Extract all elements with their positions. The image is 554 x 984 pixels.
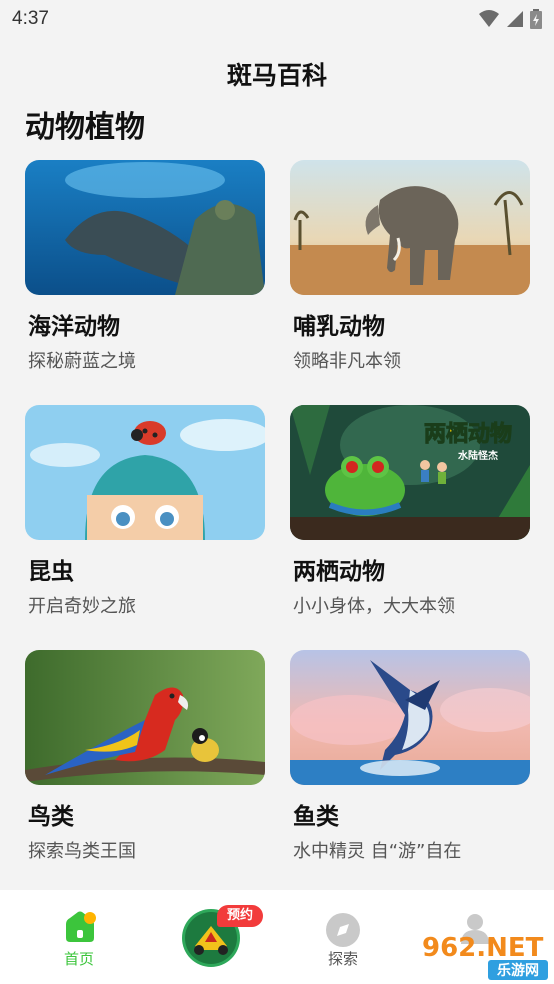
category-card-insects[interactable]: 昆虫 开启奇妙之旅: [25, 405, 265, 618]
ocean-animals-image: [25, 160, 265, 295]
birds-image: [25, 650, 265, 785]
card-subtitle: 水中精灵 自“游”自在: [293, 841, 462, 862]
home-icon: [66, 911, 96, 942]
card-subtitle: 探索鸟类王国: [28, 841, 136, 862]
compass-icon: [326, 913, 360, 947]
category-card-amphibians[interactable]: 两栖动物 水陆怪杰 两栖动物 小小身体，大大本领: [290, 405, 530, 618]
card-subtitle: 探秘蔚蓝之境: [28, 351, 136, 372]
battery-icon: [530, 9, 542, 29]
mammals-image: [290, 160, 530, 295]
status-icons: [478, 9, 542, 29]
nav-home-label: 首页: [63, 950, 94, 968]
section-title: 动物植物: [25, 110, 145, 145]
signal-icon: [507, 11, 523, 27]
nav-explore[interactable]: 探索: [288, 890, 398, 984]
card-title: 昆虫: [28, 559, 74, 585]
card-subtitle: 小小身体，大大本领: [293, 596, 455, 617]
card-subtitle: 领略非凡本领: [293, 351, 401, 372]
fish-image: [290, 650, 530, 785]
nav-explore-label: 探索: [327, 950, 358, 968]
amphibians-logo-subtext: 水陆怪杰: [457, 449, 498, 462]
amphibians-image: 两栖动物 水陆怪杰: [290, 405, 530, 540]
nav-home[interactable]: 首页: [24, 890, 134, 984]
watermark-number: 962.NET: [422, 933, 544, 963]
app-title: 斑马百科: [226, 61, 327, 90]
card-subtitle: 开启奇妙之旅: [28, 596, 136, 617]
watermark-site-name: 乐游网: [497, 962, 539, 979]
category-card-ocean[interactable]: 海洋动物 探秘蔚蓝之境: [25, 160, 265, 373]
watermark-logo: 962.NET 乐游网: [416, 928, 550, 982]
reserve-badge: 预约: [217, 905, 263, 927]
category-card-fish[interactable]: 鱼类 水中精灵 自“游”自在: [290, 650, 530, 863]
category-card-birds[interactable]: 鸟类 探索鸟类王国: [25, 650, 265, 863]
card-title: 两栖动物: [293, 559, 385, 585]
insects-image: [25, 405, 265, 540]
card-title: 哺乳动物: [293, 314, 385, 340]
card-title: 海洋动物: [28, 314, 120, 340]
category-card-mammals[interactable]: 哺乳动物 领略非凡本领: [290, 160, 530, 373]
wifi-icon: [479, 10, 499, 27]
status-time: 4:37: [12, 8, 49, 29]
card-title: 鱼类: [293, 804, 339, 830]
status-bar: 4:37: [0, 0, 554, 38]
card-title: 鸟类: [28, 804, 74, 830]
amphibians-logo-text: 两栖动物: [424, 421, 512, 447]
